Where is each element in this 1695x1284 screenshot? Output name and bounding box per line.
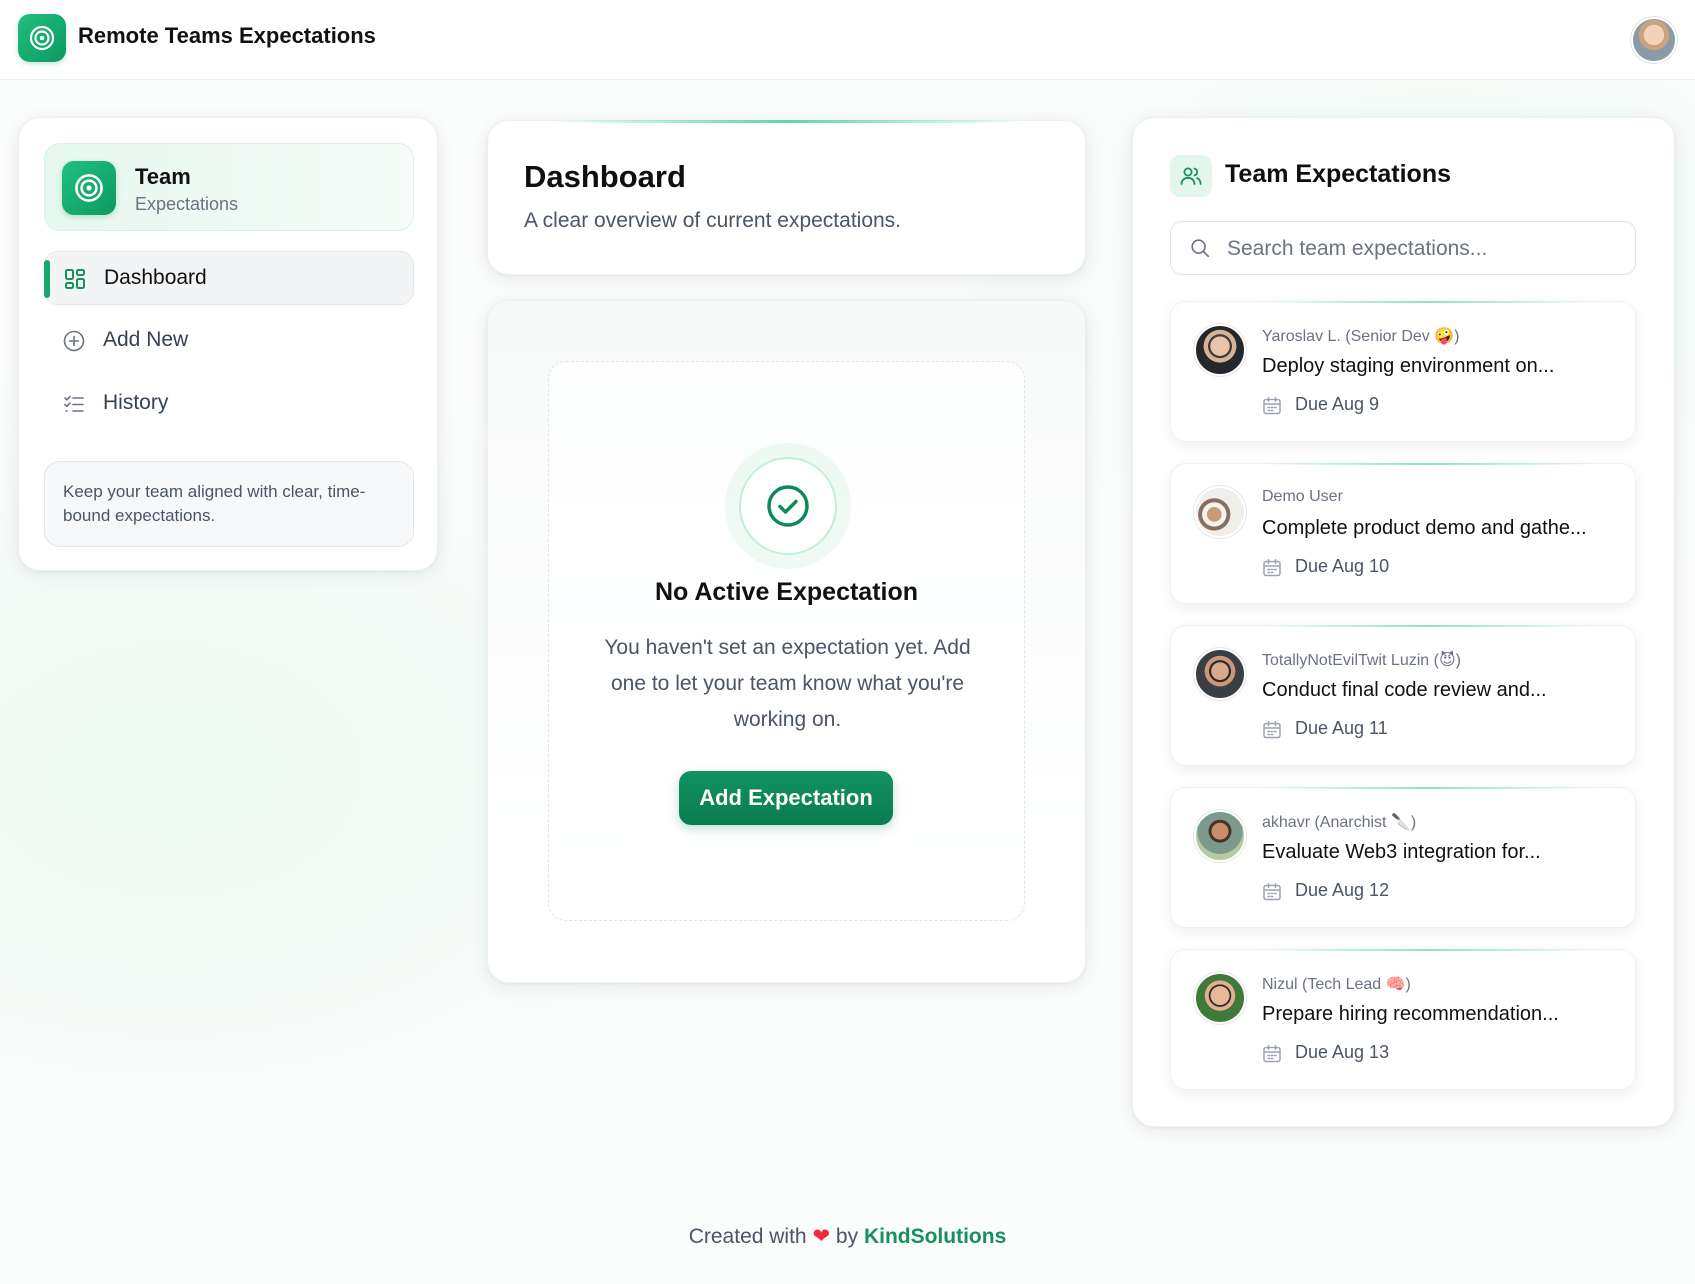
empty-state-text: You haven't set an expectation yet. Add … [604, 636, 971, 731]
empty-state: No Active Expectation You haven't set an… [548, 361, 1025, 921]
search-input[interactable] [1225, 232, 1619, 266]
footer-brand-link[interactable]: KindSolutions [864, 1225, 1006, 1248]
top-bar: Remote Teams Expectations [0, 0, 1695, 80]
search-icon [1191, 239, 1210, 258]
sidebar-item-label: History [103, 391, 169, 414]
heart-icon: ❤ [812, 1225, 831, 1248]
expectation-task: Deploy staging environment on... [1262, 355, 1555, 377]
dashboard-grid-icon [65, 269, 85, 289]
sidebar-item-dashboard[interactable]: Dashboard [44, 251, 414, 305]
calendar-icon [1263, 883, 1281, 901]
avatar [1194, 972, 1246, 1024]
expectation-due: Due Aug 10 [1295, 556, 1390, 576]
expectation-user: TotallyNotEvilTwit Luzin (😈) [1262, 652, 1461, 669]
target-logo-icon[interactable] [18, 14, 66, 62]
expectation-card[interactable]: Demo User Complete product demo and gath… [1170, 463, 1636, 604]
calendar-icon [1263, 1045, 1281, 1063]
team-subtitle: Expectations [135, 194, 239, 214]
expectation-user: Yaroslav L. (Senior Dev 🤪) [1262, 328, 1460, 345]
team-tile: Team Expectations [44, 143, 414, 231]
footer-prefix: Created with [688, 1225, 807, 1248]
expectation-card[interactable]: Yaroslav L. (Senior Dev 🤪) Deploy stagin… [1170, 301, 1636, 442]
page-subtitle: A clear overview of current expectations… [524, 209, 902, 232]
expectation-due: Due Aug 9 [1295, 394, 1380, 414]
avatar [1194, 810, 1246, 862]
sidebar-item-label: Dashboard [104, 266, 207, 289]
expectation-due: Due Aug 11 [1295, 718, 1388, 738]
avatar [1194, 648, 1246, 700]
panel-title: Team Expectations [1225, 160, 1452, 188]
sidebar-tip: Keep your team aligned with clear, time-… [44, 461, 414, 547]
sidebar-item-add-new[interactable]: Add New [44, 314, 414, 368]
list-check-icon [64, 395, 84, 412]
expectation-due: Due Aug 12 [1295, 880, 1390, 900]
expectation-user: Nizul (Tech Lead 🧠) [1262, 976, 1411, 993]
target-logo-icon [62, 161, 116, 215]
calendar-icon [1263, 397, 1281, 415]
expectation-due: Due Aug 13 [1295, 1042, 1390, 1062]
expectation-task: Prepare hiring recommendation... [1262, 1003, 1559, 1025]
expectation-user: Demo User [1262, 488, 1343, 505]
add-expectation-button[interactable]: Add Expectation [679, 771, 893, 825]
page-title: Dashboard [524, 159, 686, 194]
avatar [1194, 486, 1246, 538]
check-circle-icon [739, 457, 837, 555]
user-avatar[interactable] [1631, 17, 1677, 63]
calendar-icon [1263, 559, 1281, 577]
team-name: Team [135, 164, 191, 189]
empty-state-title: No Active Expectation [654, 578, 919, 606]
expectation-user: akhavr (Anarchist 🔪) [1262, 814, 1417, 831]
sidebar-item-history[interactable]: History [44, 377, 414, 431]
expectation-task: Conduct final code review and... [1262, 679, 1547, 701]
team-expectations-panel: Team Expectations Yaroslav L. (Senior De… [1132, 117, 1675, 1127]
expectation-task: Evaluate Web3 integration for... [1262, 841, 1541, 863]
expectation-card[interactable]: Nizul (Tech Lead 🧠) Prepare hiring recom… [1170, 949, 1636, 1090]
empty-state-card: No Active Expectation You haven't set an… [487, 300, 1086, 983]
footer-by: by [835, 1225, 859, 1248]
footer: Created with ❤ by KindSolutions [0, 1224, 1695, 1249]
expectation-card[interactable]: TotallyNotEvilTwit Luzin (😈) Conduct fin… [1170, 625, 1636, 766]
expectation-card[interactable]: akhavr (Anarchist 🔪) Evaluate Web3 integ… [1170, 787, 1636, 928]
search-box [1170, 221, 1636, 275]
app-title: Remote Teams Expectations [78, 23, 376, 48]
sidebar-item-label: Add New [103, 328, 189, 351]
avatar [1194, 324, 1246, 376]
dashboard-header: Dashboard A clear overview of current ex… [487, 120, 1086, 275]
users-icon [1170, 155, 1212, 197]
plus-circle-icon [63, 330, 85, 352]
calendar-icon [1263, 721, 1281, 739]
sidebar: Team Expectations Dashboard Add New Hist… [18, 117, 438, 571]
expectation-task: Complete product demo and gathe... [1262, 517, 1587, 539]
